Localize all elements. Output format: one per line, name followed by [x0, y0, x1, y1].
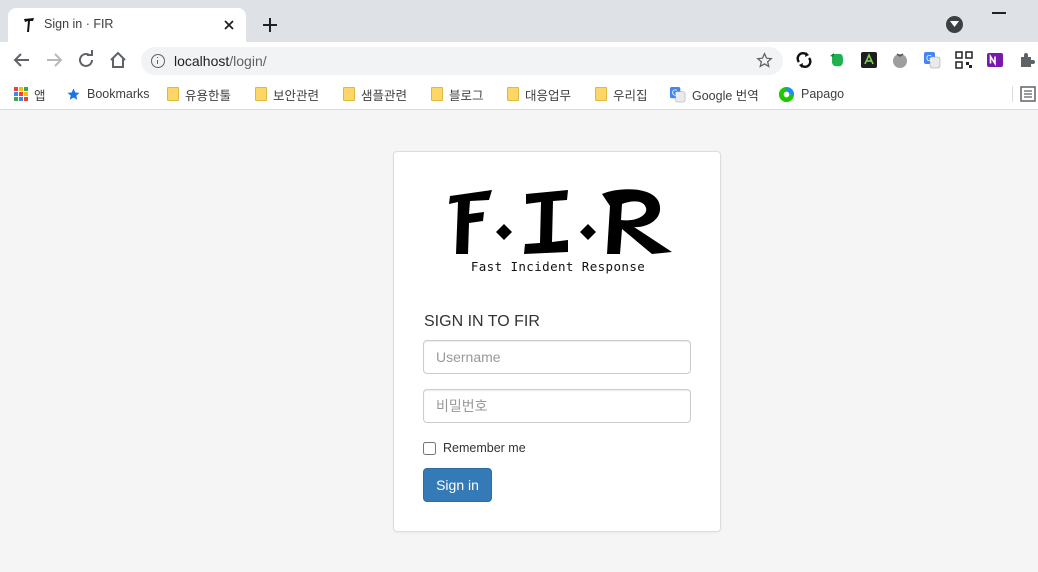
google-translate-icon: G — [669, 86, 686, 102]
url-text: localhost/login/ — [174, 53, 267, 69]
address-bar[interactable]: localhost/login/ — [141, 47, 783, 75]
tab-search-icon[interactable] — [946, 16, 963, 33]
bookmark-folder-samples[interactable]: 샘플관련 — [343, 83, 407, 105]
site-info-icon[interactable] — [151, 54, 165, 68]
tomato-timer-icon[interactable] — [891, 51, 909, 69]
star-icon — [67, 88, 80, 100]
close-tab-icon[interactable] — [220, 16, 238, 34]
login-card: Fast Incident Response SIGN IN TO FIR Re… — [393, 151, 721, 532]
folder-icon — [255, 87, 267, 101]
folder-icon — [507, 87, 519, 101]
username-input[interactable] — [423, 340, 691, 374]
bookmark-label: Bookmarks — [87, 87, 150, 101]
folder-icon — [431, 87, 443, 101]
sign-in-button[interactable]: Sign in — [423, 468, 492, 502]
tab-strip: Sign in · FIR — [0, 0, 1038, 42]
onenote-icon[interactable] — [986, 51, 1004, 69]
folder-icon — [595, 87, 607, 101]
bookmark-apps[interactable]: 앱 — [14, 83, 46, 105]
back-arrow-icon[interactable] — [12, 50, 32, 70]
remember-me-label: Remember me — [443, 441, 526, 455]
bookmark-star-icon[interactable] — [756, 52, 773, 69]
password-input[interactable] — [423, 389, 691, 423]
tab-title: Sign in · FIR — [44, 17, 114, 31]
apps-label: 앱 — [34, 88, 46, 103]
bookmark-google-translate[interactable]: G Google 번역 — [669, 83, 759, 105]
bookmark-folder-blog[interactable]: 블로그 — [431, 83, 484, 105]
fir-favicon-icon — [24, 18, 34, 32]
papago-icon — [778, 86, 795, 102]
remember-me[interactable]: Remember me — [423, 441, 526, 455]
extensions-puzzle-icon[interactable] — [1018, 51, 1036, 69]
sign-in-heading: SIGN IN TO FIR — [424, 313, 540, 330]
bookmark-bookmarks[interactable]: Bookmarks — [66, 83, 150, 105]
minimize-window-icon[interactable] — [992, 12, 1006, 14]
bookmark-label: 유용한툴 — [185, 88, 232, 103]
forward-arrow-icon[interactable] — [44, 50, 64, 70]
bookmark-label: 샘플관련 — [361, 88, 408, 103]
bookmark-label: Papago — [801, 87, 845, 101]
svg-text:G: G — [926, 54, 932, 63]
bookmark-label: 보안관련 — [273, 88, 320, 103]
reading-list-icon[interactable] — [1018, 85, 1038, 103]
bookmark-folder-security[interactable]: 보안관련 — [255, 83, 319, 105]
google-translate-extension-icon[interactable]: G — [923, 51, 941, 69]
tab-sign-in[interactable]: Sign in · FIR — [8, 8, 246, 42]
url-path: /login/ — [229, 53, 267, 69]
logo-subtitle: Fast Incident Response — [470, 259, 646, 274]
bookmark-papago[interactable]: Papago — [778, 83, 844, 105]
url-host: localhost — [174, 53, 230, 69]
apps-grid-icon — [14, 87, 28, 101]
folder-icon — [167, 87, 179, 101]
bookmark-folder-home[interactable]: 우리집 — [595, 83, 648, 105]
dark-extension-icon[interactable] — [860, 51, 878, 69]
qr-code-icon[interactable] — [955, 51, 973, 69]
bookmark-folder-useful-tools[interactable]: 유용한툴 — [167, 83, 231, 105]
home-icon[interactable] — [108, 50, 128, 70]
sync-extension-icon[interactable] — [795, 51, 813, 69]
bookmark-label: 블로그 — [449, 88, 484, 103]
folder-icon — [343, 87, 355, 101]
bookmarks-bar: 앱 Bookmarks 유용한툴 보안관련 샘플관련 블로그 대응업무 우리집 … — [0, 78, 1038, 110]
remember-me-checkbox[interactable] — [423, 441, 436, 455]
bookmarks-separator — [1012, 86, 1013, 102]
new-tab-icon[interactable] — [259, 14, 281, 36]
bookmark-folder-response[interactable]: 대응업무 — [507, 83, 571, 105]
bookmark-label: Google 번역 — [692, 88, 759, 103]
svg-text:G: G — [672, 88, 678, 97]
reload-icon[interactable] — [76, 50, 96, 70]
bookmark-label: 대응업무 — [525, 88, 572, 103]
browser-toolbar: localhost/login/ G — [0, 42, 1038, 78]
evernote-icon[interactable] — [828, 51, 846, 69]
bookmark-label: 우리집 — [613, 88, 648, 103]
